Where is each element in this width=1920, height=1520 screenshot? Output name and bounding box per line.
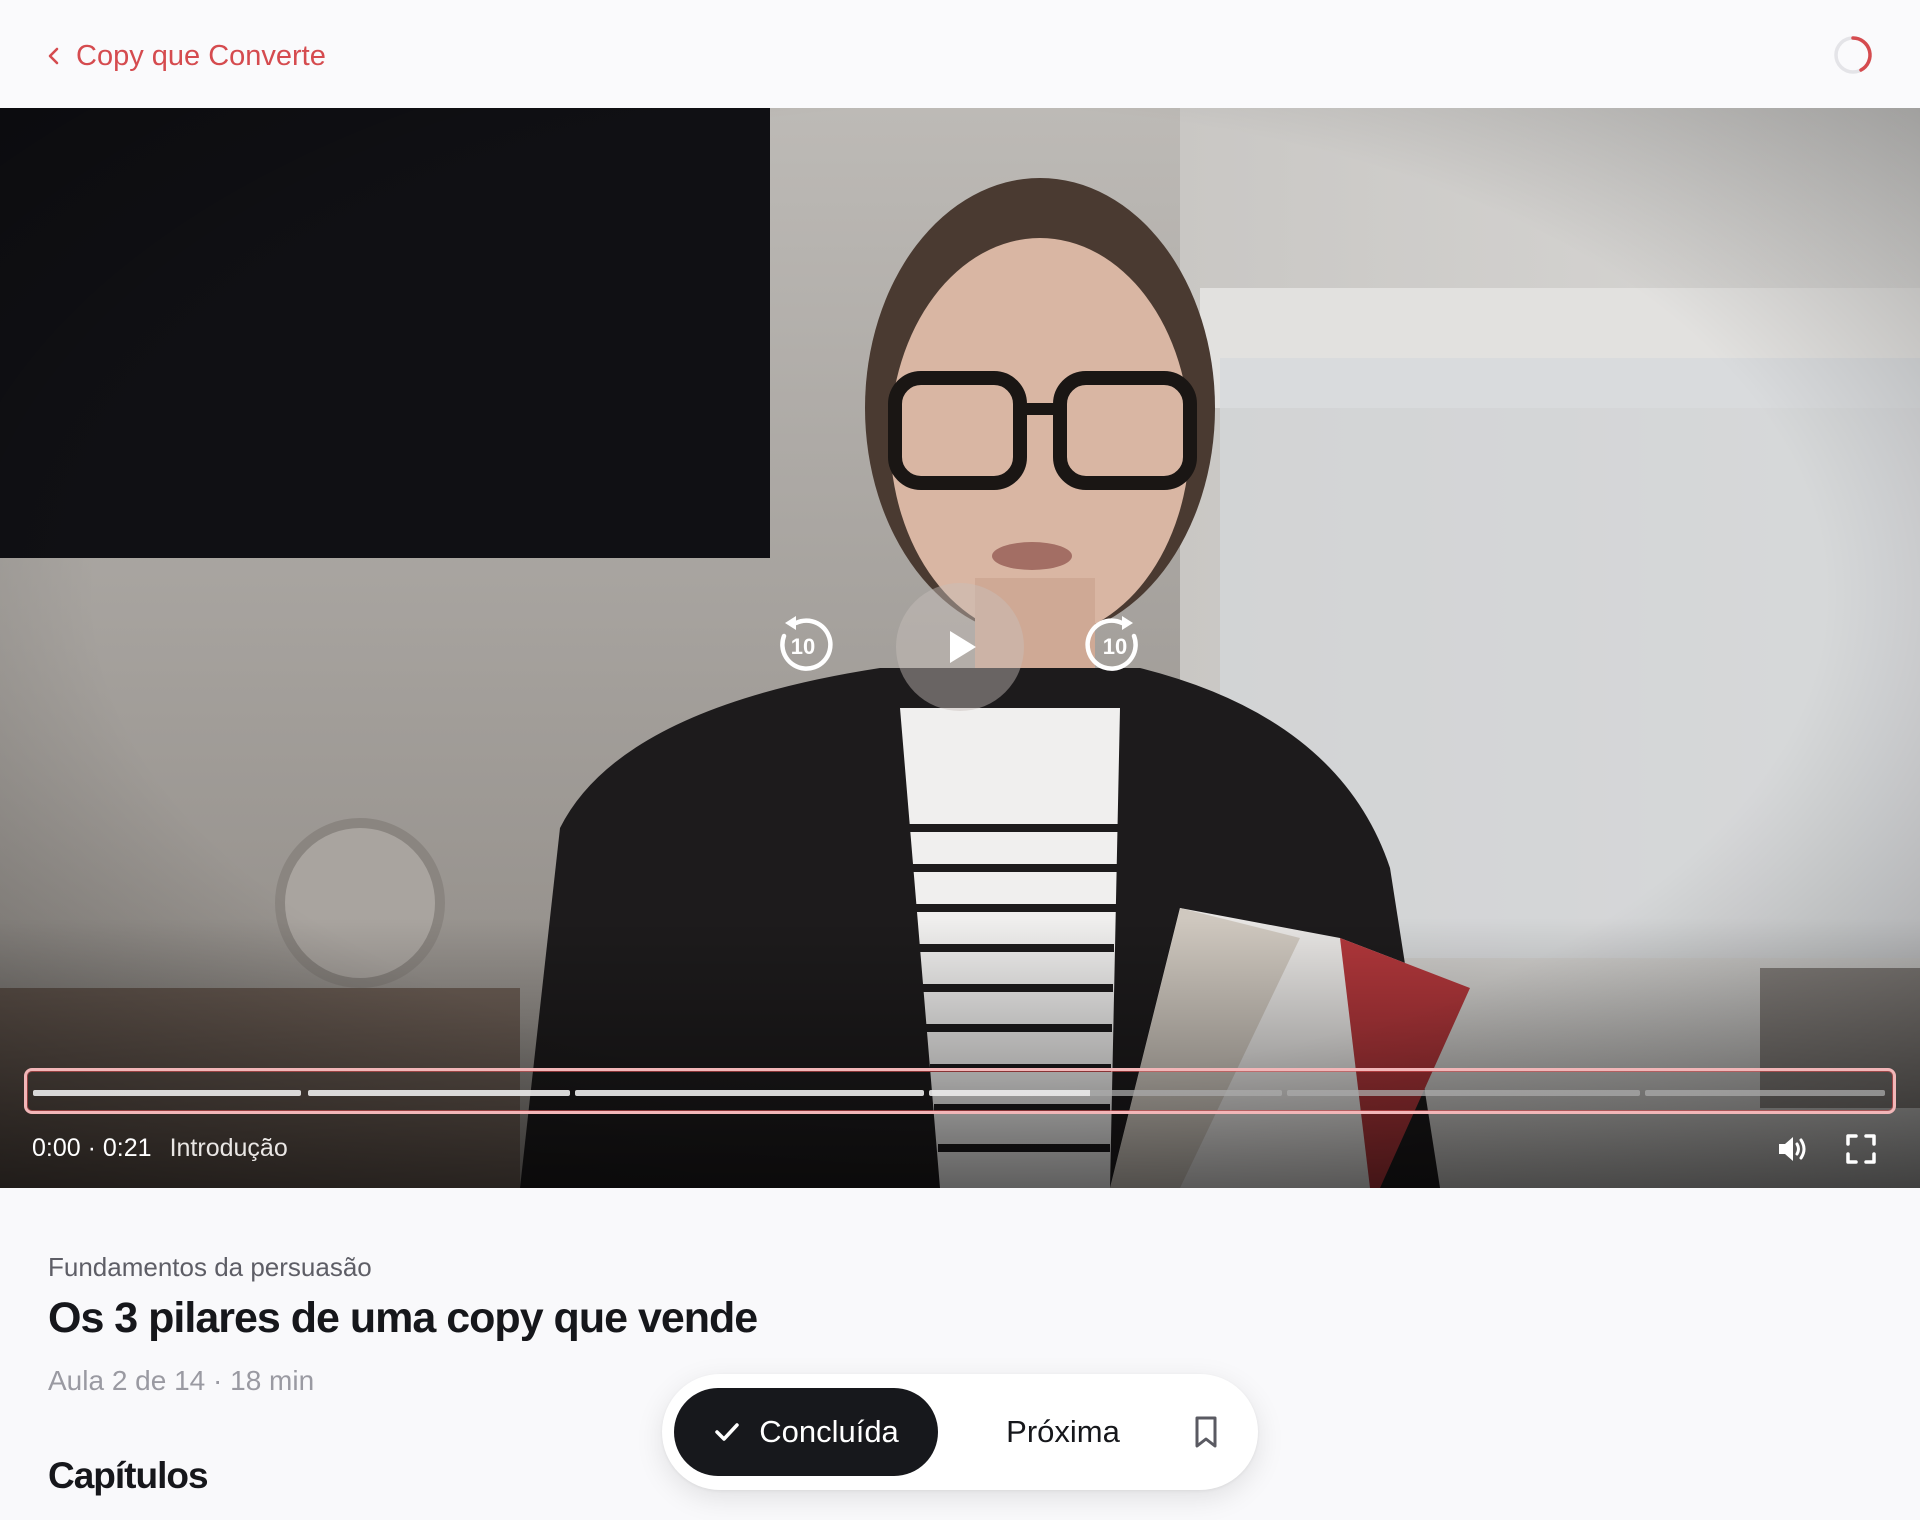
chevron-left-icon [48,47,59,65]
course-title: Copy que Converte [76,39,326,72]
bookmark-icon [1195,1416,1217,1448]
mark-complete-label: Concluída [759,1414,899,1449]
back-link[interactable]: Copy que Converte [44,36,326,76]
time-separator: · [87,1133,96,1162]
chapter-segment [307,1090,571,1096]
module-name: Fundamentos da persuasão [48,1252,372,1282]
skip-back-button[interactable]: 10 [772,614,834,676]
next-lesson-label: Próxima [1006,1414,1120,1449]
chapter-segment [928,1090,1283,1096]
chapter-segment [33,1090,301,1096]
bookmark-button[interactable] [1178,1404,1234,1460]
volume-button[interactable] [1776,1132,1810,1166]
next-lesson-button[interactable]: Próxima [978,1388,1148,1476]
volume-icon [1779,1137,1806,1161]
play-icon [950,631,976,663]
lesson-meta: Aula 2 de 14 · 18 min [48,1365,315,1396]
duration: 0:21 [102,1133,152,1162]
progress-ring-icon [1834,36,1872,74]
chapter-track [33,1090,1887,1096]
time-display: 0:00 · 0:21 Introdução [32,1131,288,1165]
forward-10-icon: 10 [1085,616,1138,671]
chapter-segment [1286,1090,1640,1096]
skip-back-label: 10 [791,634,815,659]
rewind-10-icon: 10 [780,616,833,671]
video-player[interactable]: 10 10 0:00 · 0:21 Introdução [0,108,1920,1188]
skip-forward-button[interactable]: 10 [1084,614,1146,676]
fullscreen-icon [1846,1134,1876,1164]
chapters-heading: Capítulos [48,1455,209,1496]
lesson-title: Os 3 pilares de uma copy que vende [48,1294,758,1342]
fullscreen-button[interactable] [1844,1132,1878,1166]
current-time: 0:00 [32,1133,81,1162]
chapter-segment [1644,1090,1885,1096]
current-chapter: Introdução [169,1133,288,1162]
play-button[interactable] [896,583,1024,711]
skip-forward-label: 10 [1103,634,1127,659]
check-icon [715,1423,739,1441]
lesson-action-bar: Concluída Próxima [662,1374,1258,1490]
progress-scrubber[interactable] [24,1068,1896,1114]
chapter-segment [574,1090,925,1096]
mark-complete-button[interactable]: Concluída [674,1388,938,1476]
top-bar: Copy que Converte [0,0,1920,108]
